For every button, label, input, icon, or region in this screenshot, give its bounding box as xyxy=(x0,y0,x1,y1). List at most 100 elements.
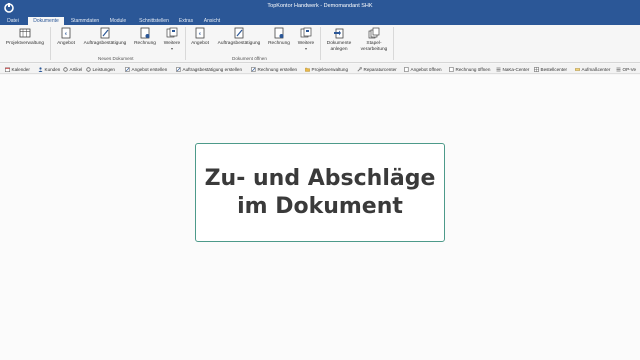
title-line-2: im Dokument xyxy=(237,193,403,219)
quick-projektverwaltung-label: Projektverwaltung xyxy=(311,67,349,72)
quick-reparaturcenter[interactable]: Reparaturcenter xyxy=(357,66,397,73)
quick-kunden-label: Kunden xyxy=(44,67,61,72)
stack-icon xyxy=(368,27,380,39)
new-weitere-dropdown[interactable]: Weitere ▾ xyxy=(161,27,183,51)
quick-aufmasscenter[interactable]: Aufmaßcenter xyxy=(575,66,610,73)
wrench-icon xyxy=(357,67,363,72)
quick-rechnung-oeffnen-label: Rechnung öffnen xyxy=(455,67,491,72)
list-icon xyxy=(616,67,621,72)
quick-kalender-label: Kalender xyxy=(11,67,30,72)
title-bar: TopKontor Handwerk - Demomandant SHK xyxy=(0,0,640,17)
document-offer-icon: € xyxy=(61,27,71,39)
folder-icon xyxy=(305,67,310,72)
open-auftragsbestaetigung-label: Auftragsbestätigung xyxy=(217,41,261,46)
dokumente-anlegen-label-2: anlegen xyxy=(330,46,348,52)
documents-more-icon xyxy=(300,27,312,38)
grid-icon xyxy=(534,67,539,72)
ribbon-tab-row: Datei Dokumente Stammdaten Module Schnit… xyxy=(0,17,640,25)
quick-angebot-erstellen-label: Angebot erstellen xyxy=(131,67,168,72)
open-angebot-label: Angebot xyxy=(191,41,209,46)
quick-bestellcenter[interactable]: Bestellcenter xyxy=(534,66,567,73)
quick-access-bar: Kalender Kunden Artikel Leistungen Angeb… xyxy=(0,64,640,74)
document-edit-icon xyxy=(125,67,130,72)
person-icon xyxy=(38,67,43,72)
documents-more-icon xyxy=(166,27,178,38)
document-invoice-icon xyxy=(274,27,284,39)
stapelverarbeitung-button[interactable]: Stapel- verarbeitung xyxy=(357,27,391,52)
tab-datei[interactable]: Datei xyxy=(2,17,24,25)
quick-angebot-erstellen[interactable]: Angebot erstellen xyxy=(125,66,167,73)
new-rechnung-button[interactable]: Rechnung xyxy=(132,27,158,47)
group-label-neues-dokument: Neues Dokument xyxy=(98,56,134,61)
quick-rechnung-oeffnen[interactable]: Rechnung öffnen xyxy=(449,66,490,73)
quick-ab-erstellen-label: Auftragsbestätigung erstellen xyxy=(182,67,243,72)
open-rechnung-button[interactable]: Rechnung xyxy=(266,27,292,47)
document-edit-icon xyxy=(176,67,181,72)
dokumente-anlegen-label-1: Dokumente xyxy=(326,41,352,46)
quick-angebot-oeffnen[interactable]: Angebot öffnen xyxy=(404,66,442,73)
quick-kalender[interactable]: Kalender xyxy=(5,66,30,73)
list-icon xyxy=(496,67,501,72)
quick-naka-center[interactable]: NaKa-Center xyxy=(496,66,529,73)
new-auftragsbestaetigung-button[interactable]: Auftragsbestätigung xyxy=(82,27,128,47)
quick-op-verwaltung[interactable]: OP-Ve xyxy=(616,66,636,73)
quick-op-verwaltung-label: OP-Ve xyxy=(622,67,637,72)
quick-aufmasscenter-label: Aufmaßcenter xyxy=(581,67,611,72)
quick-reparaturcenter-label: Reparaturcenter xyxy=(363,67,397,72)
quick-rechnung-erstellen-label: Rechnung erstellen xyxy=(257,67,298,72)
quick-artikel[interactable]: Artikel xyxy=(63,66,82,73)
open-auftragsbestaetigung-button[interactable]: Auftragsbestätigung xyxy=(216,27,262,47)
main-content: Zu- und Abschläge im Dokument xyxy=(0,75,640,360)
ribbon-separator xyxy=(50,27,51,60)
tab-module[interactable]: Module xyxy=(106,17,130,25)
group-label-dokument-oeffnen: Dokument öffnen xyxy=(232,56,267,61)
projektverwaltung-button[interactable]: Projektverwaltung xyxy=(4,27,46,47)
new-auftragsbestaetigung-label: Auftragsbestätigung xyxy=(83,41,127,46)
tab-stammdaten[interactable]: Stammdaten xyxy=(67,17,103,25)
document-offer-icon: € xyxy=(195,27,205,39)
calendar-icon xyxy=(5,67,10,72)
dokumente-anlegen-button[interactable]: Dokumente anlegen xyxy=(323,27,355,52)
app-window: TopKontor Handwerk - Demomandant SHK Dat… xyxy=(0,0,640,360)
gear-icon xyxy=(86,67,91,72)
quick-leistungen[interactable]: Leistungen xyxy=(86,66,115,73)
chevron-down-icon: ▾ xyxy=(170,45,173,51)
quick-artikel-label: Artikel xyxy=(69,67,83,72)
ribbon-separator xyxy=(185,27,186,60)
new-rechnung-label: Rechnung xyxy=(134,41,156,46)
document-invoice-icon xyxy=(140,27,150,39)
tab-schnittstellen[interactable]: Schnittstellen xyxy=(134,17,174,25)
document-icon xyxy=(449,67,454,72)
title-card: Zu- und Abschläge im Dokument xyxy=(195,143,445,242)
open-angebot-button[interactable]: € Angebot xyxy=(188,27,212,47)
gear-icon xyxy=(63,67,68,72)
quick-leistungen-label: Leistungen xyxy=(92,67,115,72)
title-line-1: Zu- und Abschläge xyxy=(204,165,436,191)
chevron-down-icon: ▾ xyxy=(304,45,307,51)
document-edit-icon xyxy=(234,27,244,39)
new-angebot-button[interactable]: € Angebot xyxy=(54,27,78,47)
quick-kunden[interactable]: Kunden xyxy=(38,66,60,73)
ruler-icon xyxy=(575,67,580,72)
quick-ab-erstellen[interactable]: Auftragsbestätigung erstellen xyxy=(176,66,242,73)
projektverwaltung-label: Projektverwaltung xyxy=(5,41,45,46)
table-icon xyxy=(19,28,31,38)
quick-angebot-oeffnen-label: Angebot öffnen xyxy=(410,67,442,72)
ribbon-separator xyxy=(320,27,321,60)
tab-ansicht[interactable]: Ansicht xyxy=(200,17,224,25)
tab-dokumente[interactable]: Dokumente xyxy=(28,17,64,25)
ribbon: Projektverwaltung € Angebot Auftragsbest… xyxy=(0,25,640,63)
stapelverarbeitung-label-2: verarbeitung xyxy=(360,46,388,52)
document-edit-icon xyxy=(100,27,110,39)
quick-naka-center-label: NaKa-Center xyxy=(502,67,530,72)
open-rechnung-label: Rechnung xyxy=(268,41,290,46)
quick-projektverwaltung[interactable]: Projektverwaltung xyxy=(305,66,348,73)
quick-rechnung-erstellen[interactable]: Rechnung erstellen xyxy=(251,66,297,73)
document-edit-icon xyxy=(251,67,256,72)
document-icon xyxy=(404,67,409,72)
open-weitere-dropdown[interactable]: Weitere ▾ xyxy=(295,27,317,51)
window-title: TopKontor Handwerk - Demomandant SHK xyxy=(267,3,373,9)
ribbon-separator xyxy=(393,27,394,60)
quick-bestellcenter-label: Bestellcenter xyxy=(540,67,568,72)
tab-extras[interactable]: Extras xyxy=(176,17,196,25)
